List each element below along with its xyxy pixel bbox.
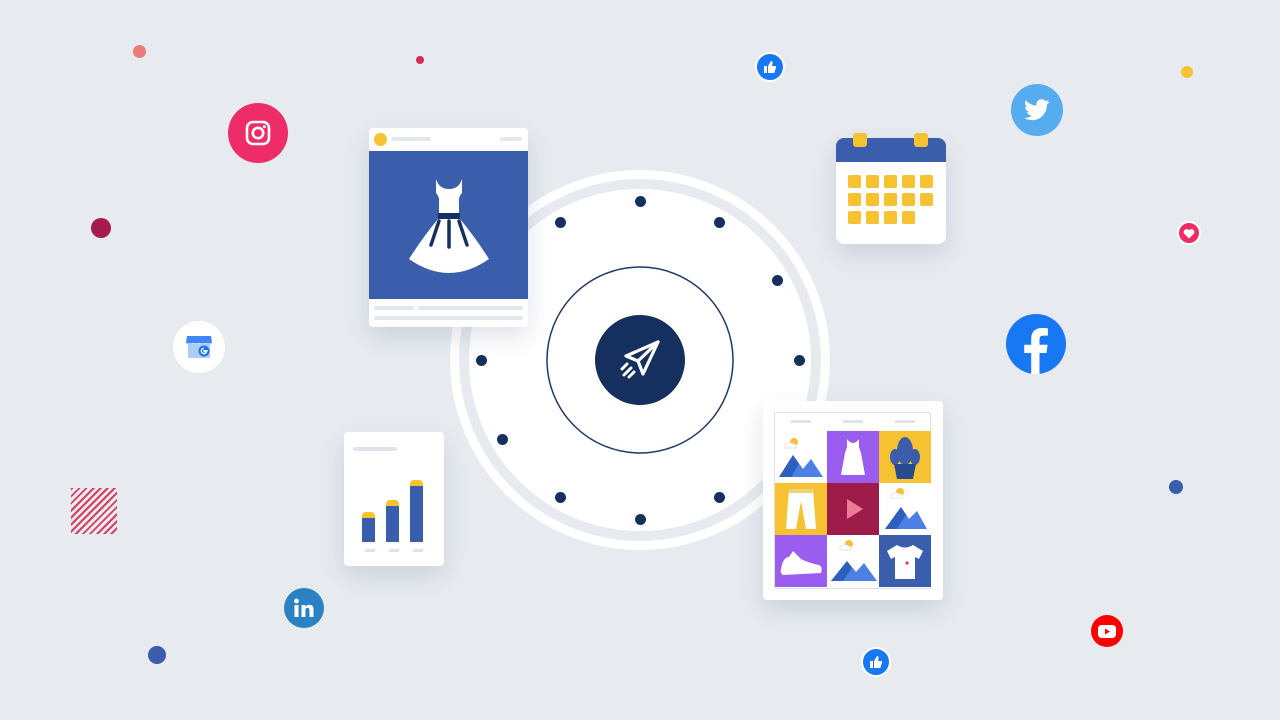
calendar-card xyxy=(836,133,946,244)
instagram-icon xyxy=(228,103,288,163)
media-tile xyxy=(775,535,827,587)
orbit-dot xyxy=(634,513,646,525)
text-placeholder xyxy=(418,306,523,310)
text-placeholder xyxy=(791,420,811,423)
heart-icon xyxy=(1177,221,1201,245)
chart-title-placeholder xyxy=(353,447,397,451)
orbit-dot xyxy=(714,216,725,228)
text-placeholder xyxy=(374,316,523,320)
axis-label-placeholder xyxy=(365,549,375,552)
tshirt-icon xyxy=(887,545,923,579)
facebook-icon xyxy=(1006,314,1066,374)
decor-dot xyxy=(1181,66,1193,78)
orbit-dot xyxy=(793,354,805,366)
calendar-day xyxy=(866,175,879,188)
youtube-icon xyxy=(1091,615,1123,647)
linkedin-icon xyxy=(284,588,324,628)
chart-bar xyxy=(410,480,423,542)
text-placeholder xyxy=(500,137,522,141)
dress-icon xyxy=(841,439,865,475)
calendar-day xyxy=(866,211,879,224)
landscape-icon xyxy=(779,438,823,477)
chart-bar xyxy=(362,512,375,542)
paper-plane-icon xyxy=(595,315,685,405)
calendar-day xyxy=(902,193,915,206)
media-tile xyxy=(827,483,879,535)
calendar-grid xyxy=(848,175,938,227)
dress-icon xyxy=(408,179,489,273)
landscape-icon xyxy=(831,540,877,581)
bar-chart-card xyxy=(344,432,444,566)
striped-square xyxy=(71,488,117,534)
calendar-day xyxy=(884,193,897,206)
google-my-business-icon xyxy=(173,321,225,373)
media-tile xyxy=(879,535,931,587)
media-tile xyxy=(879,431,931,483)
avatar xyxy=(374,133,387,146)
calendar-day xyxy=(848,175,861,188)
text-placeholder xyxy=(391,137,431,141)
calendar-day xyxy=(848,211,861,224)
calendar-day xyxy=(920,175,933,188)
decor-dot xyxy=(1169,480,1183,494)
text-placeholder xyxy=(374,306,414,310)
media-tile xyxy=(775,483,827,535)
twitter-icon xyxy=(1011,84,1063,136)
text-placeholder xyxy=(895,420,915,423)
calendar-day xyxy=(902,211,915,224)
orbit-dot xyxy=(475,354,487,366)
calendar-ring xyxy=(853,133,867,147)
illustration-canvas xyxy=(0,0,1280,720)
bar-area xyxy=(344,462,444,542)
landscape-icon xyxy=(885,488,927,529)
media-grid-card xyxy=(763,401,943,600)
sneaker-icon xyxy=(780,551,822,575)
decor-dot xyxy=(148,646,166,664)
pants-icon xyxy=(786,489,816,529)
social-post-card xyxy=(369,128,528,327)
calendar-day xyxy=(866,193,879,206)
calendar-day xyxy=(884,211,897,224)
media-tile xyxy=(775,431,827,483)
decor-dot xyxy=(133,45,146,58)
calendar-day xyxy=(848,193,861,206)
thumbs-up-icon xyxy=(755,52,785,82)
play-icon xyxy=(847,499,863,519)
orbit-dot xyxy=(496,434,508,445)
axis-label-placeholder xyxy=(389,549,399,552)
calendar-ring xyxy=(914,133,928,147)
decor-dot xyxy=(416,56,424,64)
orbit-dot xyxy=(555,216,566,228)
post-image xyxy=(369,151,528,299)
plant-icon xyxy=(890,437,920,479)
decor-dot xyxy=(91,218,111,238)
media-tile xyxy=(879,483,931,535)
thumbs-up-icon xyxy=(861,647,891,677)
text-placeholder xyxy=(843,420,863,423)
calendar-day xyxy=(920,193,933,206)
calendar-day xyxy=(884,175,897,188)
chart-bar xyxy=(386,500,399,542)
axis-label-placeholder xyxy=(413,549,423,552)
orbit-dot xyxy=(634,195,646,207)
calendar-day xyxy=(902,175,915,188)
media-tile xyxy=(827,431,879,483)
media-tile xyxy=(827,535,879,587)
